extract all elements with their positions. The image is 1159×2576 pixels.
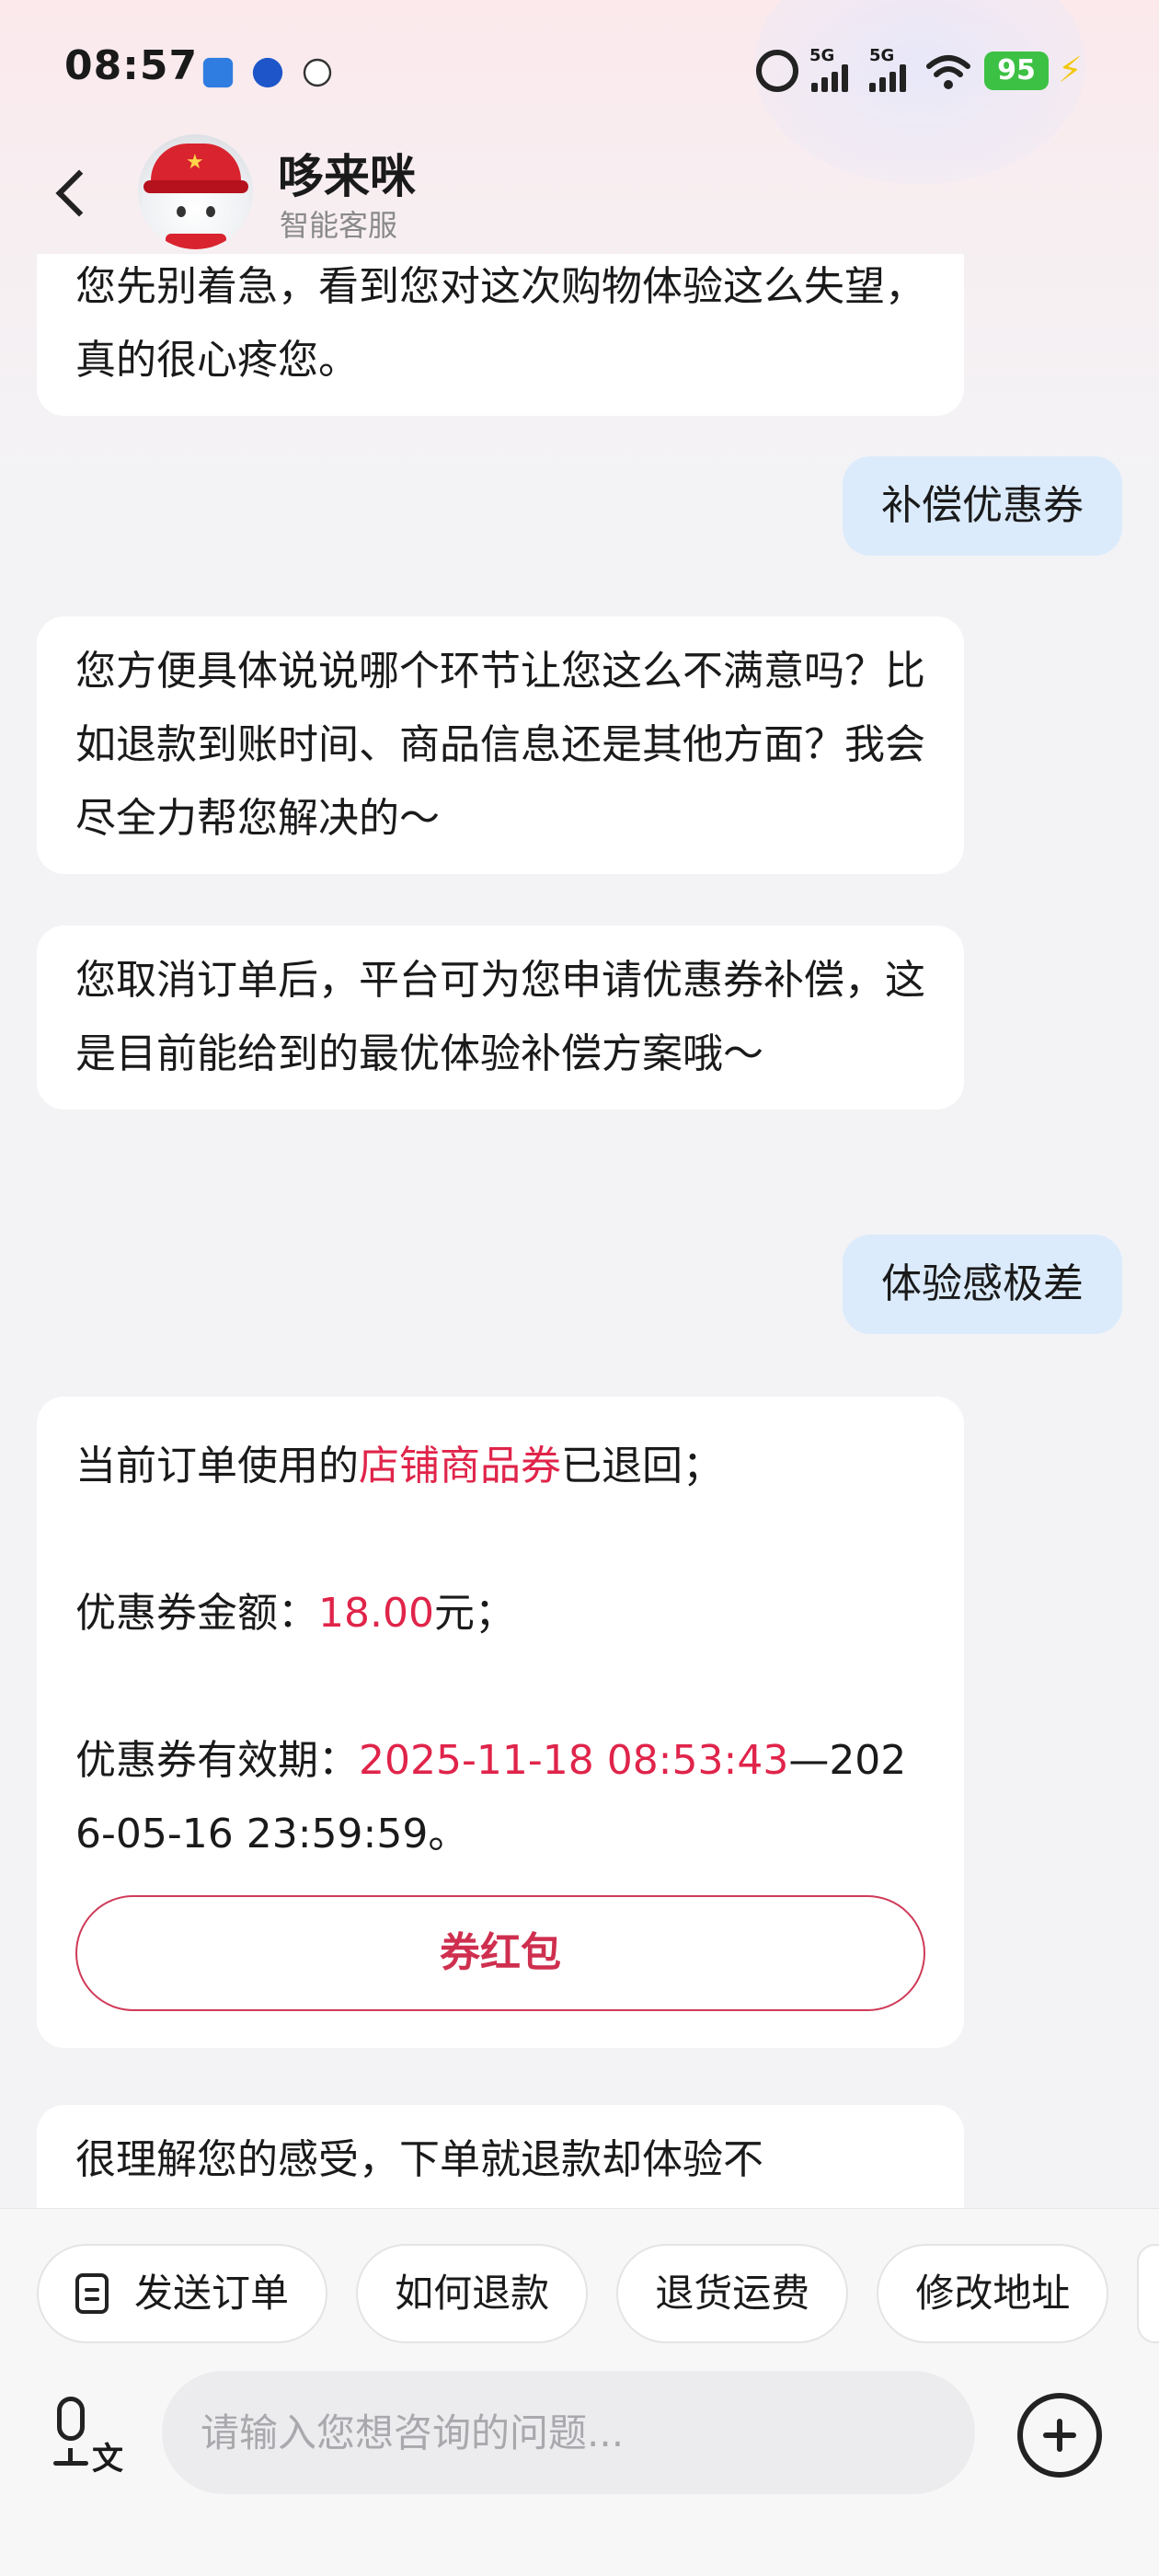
chat-list[interactable]: 您先别着急，看到您对这次购物体验这么失望，真的很心疼您。 补偿优惠券 您方便具体… [0,254,1159,2208]
network-type-label: 5G [809,46,835,65]
user-message: 体验感极差 [843,1235,1122,1334]
bot-message: 您取消订单后，平台可为您申请优惠券补偿，这是目前能给到的最优体验补偿方案哦～ [37,926,964,1110]
signal-icon [869,64,906,92]
how-to-refund-chip[interactable]: 如何退款 [356,2244,589,2343]
app-notification-icon [252,57,283,88]
more-chip[interactable] [1137,2244,1159,2343]
change-address-chip[interactable]: 修改地址 [877,2244,1109,2343]
send-order-chip[interactable]: 发送订单 [37,2244,328,2343]
status-time: 08:57 [64,42,199,89]
signal-icon [811,64,848,92]
coupon-type: 店铺商品券 [359,1443,561,1489]
bot-message: 您先别着急，看到您对这次购物体验这么失望，真的很心疼您。 [37,254,964,416]
bot-message: 很理解您的感受，下单就退款却体验不 [37,2105,964,2208]
battery-icon: 95 [984,52,1049,90]
agent-role: 智能客服 [280,208,398,243]
avatar: ★ [138,134,253,249]
clock-notification-icon [303,58,332,87]
input-row: 文 [0,2369,1159,2498]
charging-icon: ⚡ [1058,50,1083,90]
plus-icon[interactable] [1017,2393,1102,2478]
coupon-wallet-button[interactable]: 券红包 [75,1895,925,2011]
quick-reply-bar[interactable]: 发送订单 如何退款 退货运费 修改地址 [37,2244,1159,2345]
message-input[interactable] [162,2371,975,2494]
document-icon [75,2272,109,2314]
voice-to-text-button[interactable]: 文 [48,2391,131,2478]
alarm-icon [756,50,798,92]
app-notification-icon [202,57,234,88]
coupon-amount-line: 优惠券金额：18.00元； [75,1590,515,1637]
coupon-validity-line: 优惠券有效期：2025-11-18 08:53:43—2026-05-16 23… [75,1737,907,1857]
coupon-message: 当前订单使用的店铺商品券已退回； 优惠券金额：18.00元； 优惠券有效期：20… [37,1397,964,2048]
bottom-panel: 发送订单 如何退款 退货运费 修改地址 文 [0,2208,1159,2576]
back-button[interactable] [46,156,101,230]
coupon-status-line: 当前订单使用的店铺商品券已退回； [75,1443,723,1489]
microphone-icon [57,2397,85,2441]
coupon-amount: 18.00 [318,1590,434,1637]
network-type-label: 5G [869,46,895,65]
user-message: 补偿优惠券 [843,456,1122,556]
bot-message: 您方便具体说说哪个环节让您这么不满意吗？比如退款到账时间、商品信息还是其他方面？… [37,616,964,874]
return-shipping-chip[interactable]: 退货运费 [616,2244,849,2343]
agent-name: 哆来咪 [278,150,416,203]
coupon-valid-from: 2025-11-18 08:53:43 [359,1737,789,1784]
wifi-icon [926,55,970,89]
chat-header: ★ 哆来咪 智能客服 [0,129,1159,258]
status-bar: 08:57 5G 5G 95 ⚡ [0,0,1159,138]
